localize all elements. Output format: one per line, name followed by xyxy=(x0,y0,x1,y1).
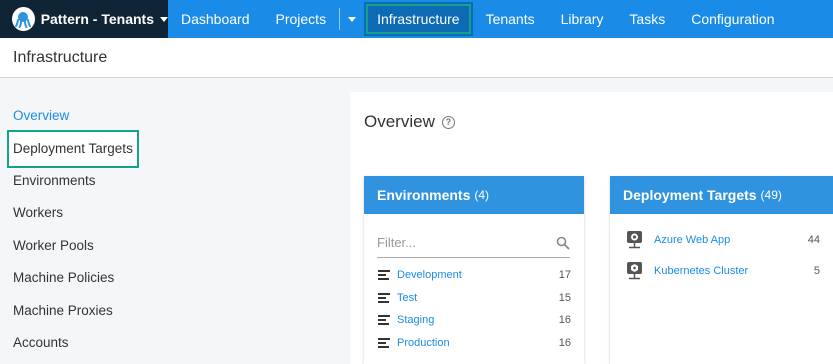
environment-row[interactable]: Staging 16 xyxy=(364,309,584,332)
environment-count: 15 xyxy=(558,291,571,304)
environment-name[interactable]: Production xyxy=(397,337,559,349)
environment-icon xyxy=(378,315,390,326)
environments-card-title: Environments xyxy=(377,187,471,203)
nav-tenants[interactable]: Tenants xyxy=(473,0,548,38)
page-title-bar: Infrastructure xyxy=(0,38,833,78)
main-panel: Overview ? Environments (4) Development … xyxy=(350,92,833,364)
filter-input[interactable] xyxy=(377,235,537,250)
environment-count: 17 xyxy=(558,269,571,282)
sidebar-item-workers[interactable]: Workers xyxy=(0,197,340,230)
environment-name[interactable]: Development xyxy=(397,269,559,281)
environment-name[interactable]: Test xyxy=(397,292,559,304)
sidebar: Overview Deployment Targets Environments… xyxy=(0,100,340,360)
environments-count: (4) xyxy=(474,188,490,202)
environment-count: 16 xyxy=(558,336,571,349)
main-title: Overview xyxy=(364,112,435,131)
environment-count: 16 xyxy=(558,314,571,327)
sidebar-item-environments[interactable]: Environments xyxy=(0,165,340,198)
target-count: 44 xyxy=(807,233,820,246)
environment-row[interactable]: Production 16 xyxy=(364,332,584,355)
space-name: Pattern - Tenants xyxy=(40,11,154,27)
environments-filter xyxy=(377,228,570,258)
sidebar-item-machine-proxies[interactable]: Machine Proxies xyxy=(0,295,340,328)
environment-icon xyxy=(378,270,390,281)
nav-dashboard[interactable]: Dashboard xyxy=(168,0,263,38)
target-row[interactable]: Kubernetes Cluster 5 xyxy=(610,255,833,286)
help-circle-icon[interactable]: ? xyxy=(441,115,455,129)
sidebar-item-worker-pools[interactable]: Worker Pools xyxy=(0,230,340,263)
environment-row[interactable]: Development 17 xyxy=(364,264,584,287)
environment-row[interactable]: Test 15 xyxy=(364,287,584,310)
search-icon xyxy=(556,236,570,249)
deployment-targets-card-header: Deployment Targets (49) xyxy=(610,176,833,214)
sidebar-item-machine-policies[interactable]: Machine Policies xyxy=(0,262,340,295)
kubernetes-cluster-icon xyxy=(627,261,642,279)
deployment-targets-count: (49) xyxy=(760,188,782,202)
environments-card-header: Environments (4) xyxy=(364,176,584,214)
nav-configuration[interactable]: Configuration xyxy=(678,0,787,38)
nav-tasks[interactable]: Tasks xyxy=(616,0,678,38)
nav-library[interactable]: Library xyxy=(548,0,617,38)
sidebar-item-overview[interactable]: Overview xyxy=(0,100,340,133)
space-switcher[interactable]: Pattern - Tenants xyxy=(0,0,168,38)
azure-web-app-icon xyxy=(627,230,642,248)
octopus-logo-icon xyxy=(12,7,35,31)
page-title: Infrastructure xyxy=(13,48,108,66)
nav-projects[interactable]: Projects xyxy=(263,0,340,38)
chevron-down-icon xyxy=(160,16,168,22)
top-nav: Pattern - Tenants Dashboard Projects Inf… xyxy=(0,0,833,38)
environment-icon xyxy=(378,337,390,348)
sidebar-item-accounts[interactable]: Accounts xyxy=(0,327,340,360)
target-name[interactable]: Azure Web App xyxy=(654,234,808,246)
chevron-down-icon xyxy=(348,16,357,22)
deployment-targets-card: Deployment Targets (49) Azure Web App 44 xyxy=(610,176,833,364)
environment-name[interactable]: Staging xyxy=(397,314,559,326)
nav-infrastructure[interactable]: Infrastructure xyxy=(364,2,473,36)
projects-dropdown-button[interactable] xyxy=(340,0,364,38)
deployment-targets-card-title: Deployment Targets xyxy=(623,187,757,203)
target-name[interactable]: Kubernetes Cluster xyxy=(654,265,814,277)
environment-icon xyxy=(378,292,390,303)
target-count: 5 xyxy=(813,264,820,277)
main-header: Overview ? xyxy=(350,92,833,152)
environments-card: Environments (4) Development 17 Test 15 … xyxy=(364,176,584,364)
sidebar-item-deployment-targets[interactable]: Deployment Targets xyxy=(7,129,139,168)
target-row[interactable]: Azure Web App 44 xyxy=(610,224,833,255)
